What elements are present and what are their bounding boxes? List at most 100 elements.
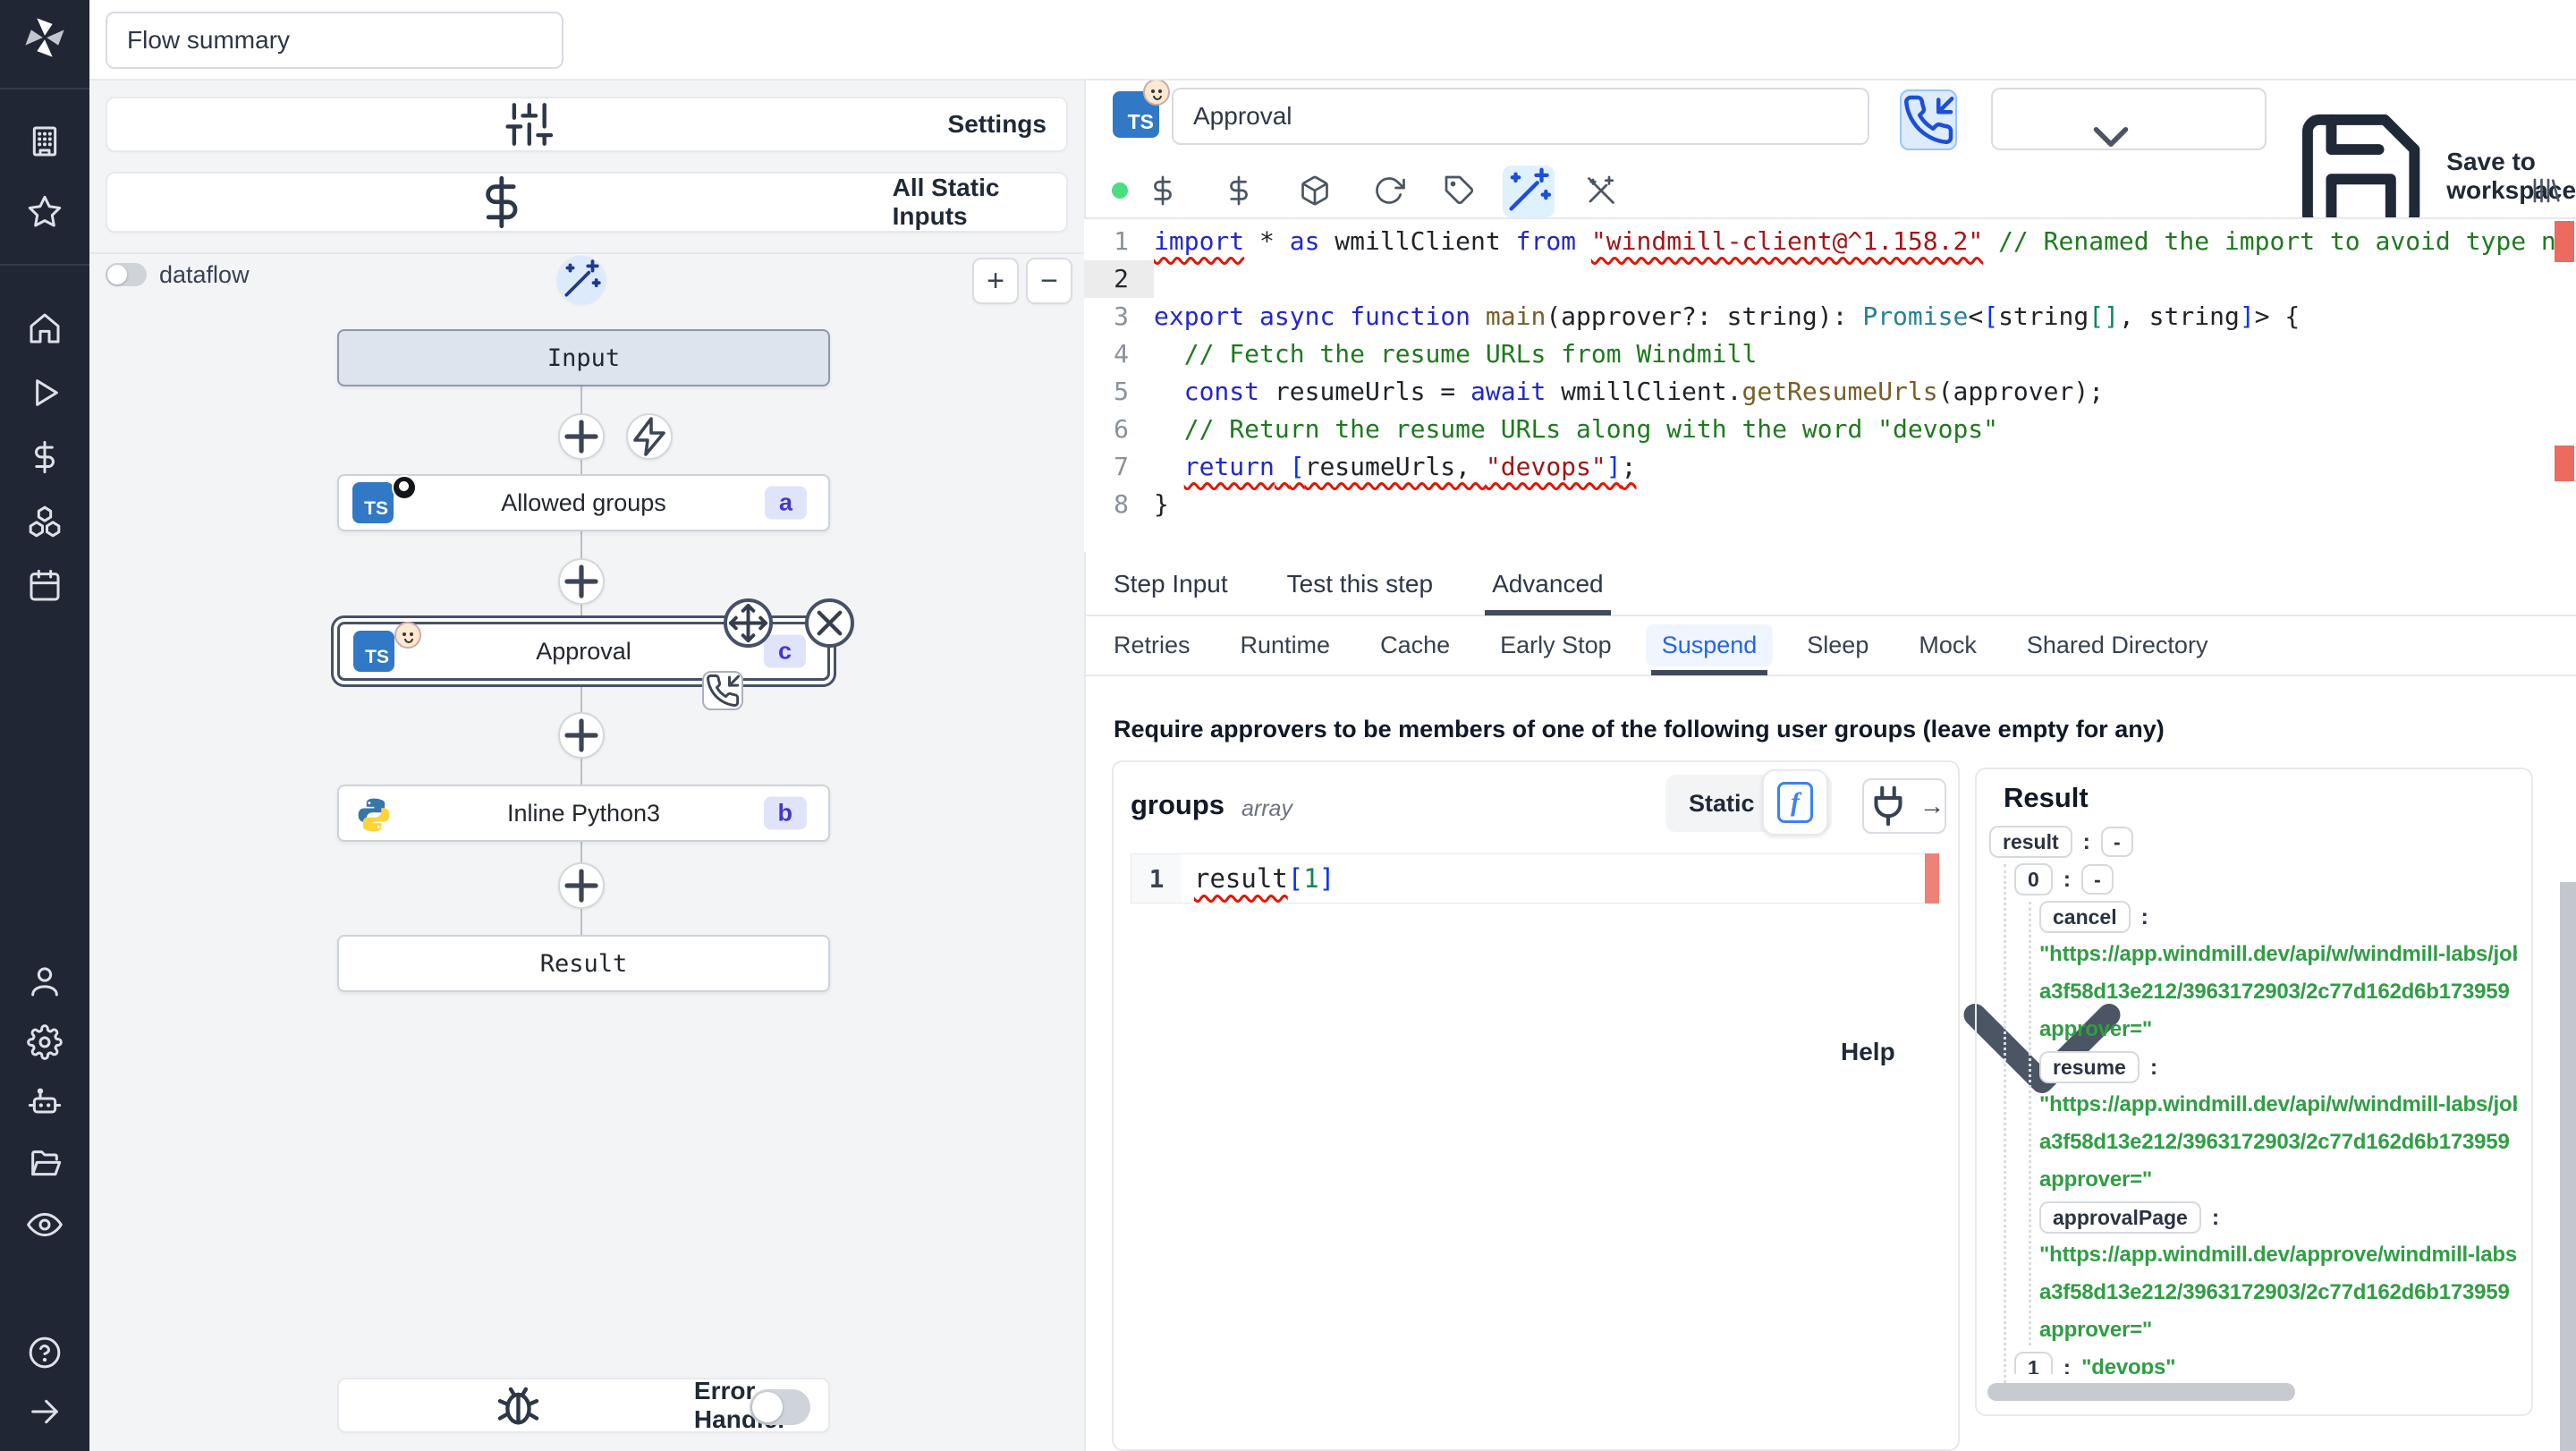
- sidebar-item-home[interactable]: [27, 310, 63, 346]
- collapse-toggle[interactable]: -: [2100, 827, 2133, 857]
- tab-sleep[interactable]: Sleep: [1807, 615, 1868, 675]
- sidebar-item-schedules[interactable]: [27, 568, 63, 604]
- code-token: [: [1287, 863, 1304, 894]
- collapse-toggle[interactable]: -: [2081, 864, 2114, 895]
- code-line[interactable]: 8}: [1084, 486, 2576, 523]
- add-trigger-button[interactable]: [626, 413, 673, 460]
- code-token: import: [1154, 226, 1245, 256]
- json-key[interactable]: 1: [2014, 1352, 2053, 1374]
- panel-vertical-scrollbar[interactable]: [2560, 882, 2576, 1451]
- json-key[interactable]: result: [1989, 826, 2072, 858]
- all-static-inputs-button[interactable]: All Static Inputs: [106, 172, 1068, 233]
- json-colon: :: [2063, 1354, 2072, 1375]
- result-tree-row: 1: "devops": [1989, 1349, 2517, 1374]
- flow-node-input[interactable]: Input: [337, 329, 830, 386]
- flow-node-inline-python[interactable]: Inline Python3 b: [337, 785, 830, 842]
- code-line[interactable]: 6 // Return the resume URLs along with t…: [1084, 411, 2576, 448]
- code-editor[interactable]: 1 import * as wmillClient from "windmill-…: [1084, 217, 2576, 552]
- json-key[interactable]: approvalPage: [2039, 1201, 2201, 1234]
- flow-settings-button[interactable]: Settings: [106, 97, 1068, 152]
- workspace-script-select[interactable]: [1991, 88, 2267, 150]
- flow-node-allowed-groups[interactable]: TS Allowed groups a: [337, 474, 830, 531]
- code-token: // Return the resume URLs along with the…: [1183, 414, 1999, 444]
- error-handler-toggle[interactable]: [750, 1389, 810, 1425]
- delete-step-button[interactable]: [805, 598, 854, 648]
- sidebar-item-help[interactable]: [27, 1335, 63, 1370]
- step-name-input[interactable]: [1172, 88, 1869, 145]
- code-line[interactable]: 1 import * as wmillClient from "windmill-…: [1084, 223, 2576, 260]
- tab-early-stop[interactable]: Early Stop: [1500, 615, 1612, 675]
- sidebar-item-folders[interactable]: [27, 1146, 63, 1182]
- result-horizontal-scrollbar[interactable]: [1987, 1383, 2295, 1401]
- sidebar-item-resources[interactable]: [27, 504, 63, 539]
- connect-input-button[interactable]: →: [1862, 778, 1946, 834]
- code-line[interactable]: 3 export async function main(approver?: s…: [1084, 298, 2576, 335]
- bug-icon: [359, 1379, 678, 1431]
- sidebar-item-favorites[interactable]: [27, 194, 63, 230]
- ai-step-wand-button[interactable]: [557, 256, 606, 304]
- ai-off-button[interactable]: [1585, 174, 1617, 207]
- tab-shared-directory[interactable]: Shared Directory: [2027, 615, 2208, 675]
- error-ruler-mark: [2555, 221, 2574, 262]
- sidebar-item-audit[interactable]: [27, 1207, 63, 1243]
- code-line[interactable]: 7 return [resumeUrls, "devops"];: [1084, 448, 2576, 486]
- sidebar-expand-button[interactable]: [27, 1394, 63, 1430]
- sidebar-item-variables[interactable]: [27, 439, 63, 475]
- wand-sparkles-icon: [559, 258, 604, 302]
- add-step-button[interactable]: [558, 862, 605, 909]
- variables-icon[interactable]: [1147, 174, 1179, 207]
- package-icon[interactable]: [1299, 174, 1331, 207]
- code-line[interactable]: 4 // Fetch the resume URLs from Windmill: [1084, 335, 2576, 373]
- function-mode-button[interactable]: f: [1762, 769, 1828, 836]
- line-number: 3: [1114, 301, 1129, 331]
- tab-suspend[interactable]: Suspend: [1645, 615, 1774, 675]
- dataflow-toggle[interactable]: [106, 263, 147, 286]
- sidebar-item-workers[interactable]: [27, 1085, 63, 1121]
- sidebar-item-users[interactable]: [27, 963, 63, 999]
- line-number: 8: [1114, 489, 1129, 519]
- typescript-badge: TS: [352, 475, 417, 523]
- tab-test-this-step[interactable]: Test this step: [1287, 553, 1433, 615]
- json-value: approver=": [2039, 1167, 2153, 1192]
- sidebar-item-runs[interactable]: [27, 375, 63, 411]
- tag-icon[interactable]: [1444, 174, 1476, 207]
- suspend-phone-badge[interactable]: [702, 671, 743, 710]
- flow-summary-input[interactable]: [106, 12, 564, 69]
- code-line[interactable]: 2: [1084, 260, 2576, 298]
- add-step-button[interactable]: [558, 413, 605, 460]
- windmill-logo-icon[interactable]: [21, 14, 68, 61]
- json-key[interactable]: resume: [2039, 1051, 2140, 1083]
- tab-advanced[interactable]: Advanced: [1485, 553, 1611, 615]
- add-step-button[interactable]: [558, 712, 605, 759]
- resources-dollar-icon[interactable]: [1223, 174, 1255, 207]
- error-handler-node[interactable]: Error Handler: [337, 1377, 830, 1433]
- tab-step-input[interactable]: Step Input: [1114, 553, 1228, 615]
- code-token: [: [1289, 452, 1305, 481]
- zoom-in-button[interactable]: +: [972, 258, 1019, 304]
- sidebar-item-settings[interactable]: [27, 1024, 63, 1060]
- code-token: async: [1259, 301, 1335, 331]
- tab-runtime[interactable]: Runtime: [1241, 615, 1331, 675]
- flow-node-result[interactable]: Result: [337, 935, 830, 992]
- groups-expression-editor[interactable]: 1 result[1]: [1131, 853, 1939, 904]
- tab-mock[interactable]: Mock: [1919, 615, 1977, 675]
- graph-divider: [89, 252, 1084, 254]
- line-number: 2: [1084, 260, 1154, 298]
- tab-cache[interactable]: Cache: [1380, 615, 1450, 675]
- move-step-button[interactable]: [724, 598, 773, 648]
- ai-assist-button[interactable]: [1503, 165, 1555, 217]
- tree-guide: [2029, 902, 2031, 1345]
- zoom-out-button[interactable]: −: [1026, 258, 1072, 304]
- tab-retries[interactable]: Retries: [1114, 615, 1191, 675]
- sidebar-item-workspace[interactable]: [27, 123, 63, 159]
- add-step-button[interactable]: [558, 558, 605, 605]
- code-line[interactable]: 5 const resumeUrls = await wmillClient.g…: [1084, 373, 2576, 411]
- suspend-phone-button[interactable]: [1900, 89, 1957, 150]
- json-key[interactable]: 0: [2014, 863, 2053, 895]
- reload-icon[interactable]: [1373, 174, 1405, 207]
- json-key[interactable]: cancel: [2039, 901, 2131, 933]
- library-panel-button[interactable]: [2529, 174, 2562, 207]
- result-tree-row: approver=": [1989, 1311, 2517, 1349]
